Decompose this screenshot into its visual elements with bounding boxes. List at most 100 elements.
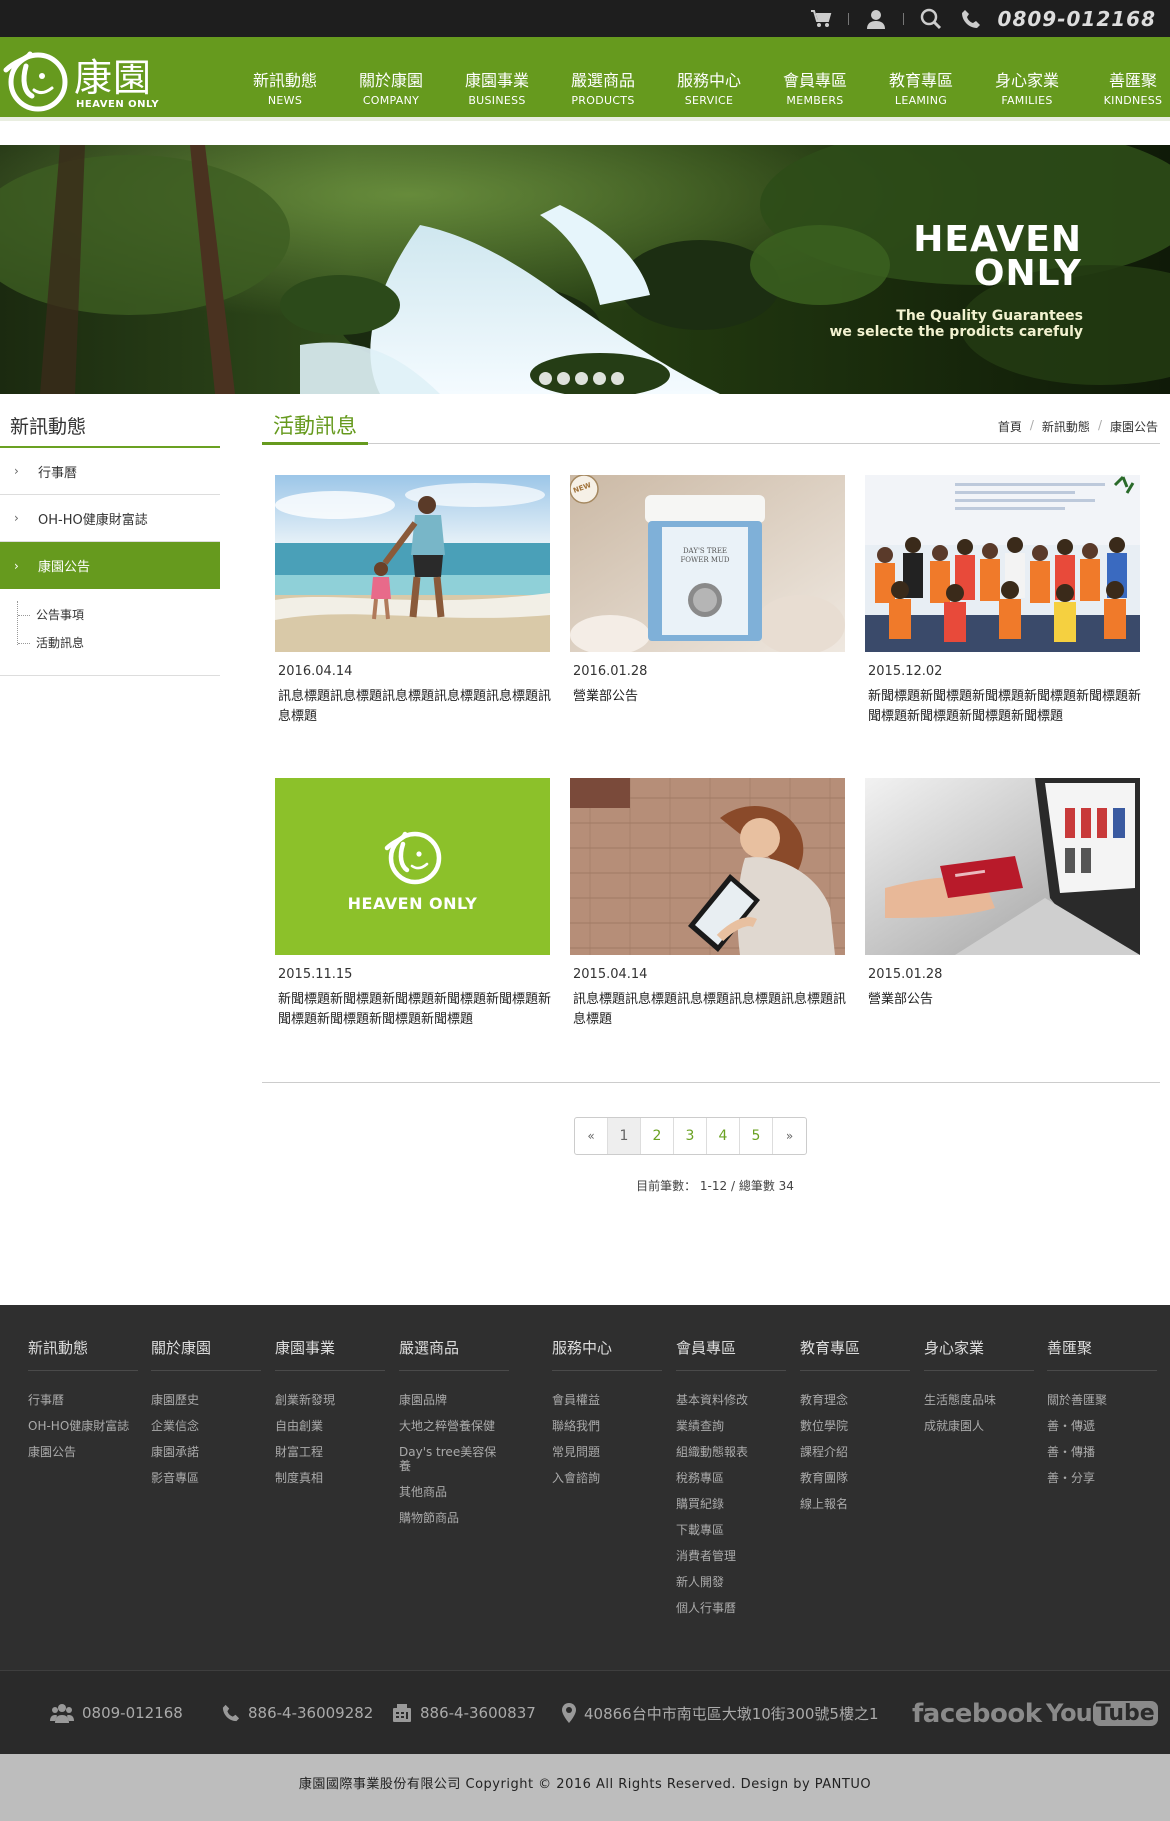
breadcrumb-news[interactable]: 新訊動態	[1042, 418, 1090, 435]
nav-item-families[interactable]: 身心家業 FAMILIES	[974, 37, 1080, 117]
sidebar-item-announcements[interactable]: › 康園公告	[0, 542, 220, 589]
breadcrumb-home[interactable]: 首頁	[998, 418, 1022, 435]
footer-link[interactable]: 成就康園人	[924, 1419, 1028, 1433]
pagination-page-4[interactable]: 4	[707, 1118, 740, 1154]
footer-link[interactable]: OH-HO健康財富誌	[28, 1419, 132, 1433]
footer-link[interactable]: 入會諮詢	[552, 1471, 656, 1485]
footer-link[interactable]: 個人行事曆	[676, 1601, 780, 1615]
slider-dot[interactable]	[539, 372, 552, 385]
sidebar-subitem-events[interactable]: 活動訊息	[18, 629, 220, 657]
footer-link[interactable]: 教育團隊	[800, 1471, 904, 1485]
nav-item-products[interactable]: 嚴選商品 PRODUCTS	[550, 37, 656, 117]
pagination-next[interactable]: »	[773, 1118, 806, 1154]
footer-link[interactable]: 消費者管理	[676, 1549, 780, 1563]
slider-dot[interactable]	[593, 372, 606, 385]
news-card[interactable]: 2016.04.14 訊息標題訊息標題訊息標題訊息標題訊息標題訊息標題	[275, 475, 553, 727]
footer-column-title[interactable]: 康園事業	[275, 1337, 385, 1371]
footer-link[interactable]: 財富工程	[275, 1445, 379, 1459]
news-card[interactable]: 2015.12.02 新聞標題新聞標題新聞標題新聞標題新聞標題新聞標題新聞標題新…	[865, 475, 1143, 727]
nav-item-members[interactable]: 會員專區 MEMBERS	[762, 37, 868, 117]
slider-dot[interactable]	[557, 372, 570, 385]
pagination-page-3[interactable]: 3	[674, 1118, 707, 1154]
footer-link[interactable]: 其他商品	[399, 1485, 503, 1499]
footer-link[interactable]: 聯絡我們	[552, 1419, 656, 1433]
card-title[interactable]: 訊息標題訊息標題訊息標題訊息標題訊息標題訊息標題	[573, 990, 848, 1030]
footer-link[interactable]: 關於善匯聚	[1047, 1393, 1151, 1407]
nav-item-news[interactable]: 新訊動態 NEWS	[232, 37, 338, 117]
footer-column-title[interactable]: 新訊動態	[28, 1337, 138, 1371]
facebook-icon[interactable]: facebook	[912, 1699, 1042, 1729]
woman-tablet-photo[interactable]	[570, 778, 845, 955]
footer-link[interactable]: 購買紀錄	[676, 1497, 780, 1511]
footer-link[interactable]: 教育理念	[800, 1393, 904, 1407]
footer-link[interactable]: 基本資料修改	[676, 1393, 780, 1407]
nav-item-service[interactable]: 服務中心 SERVICE	[656, 37, 762, 117]
footer-link[interactable]: 行事曆	[28, 1393, 132, 1407]
footer-link[interactable]: 購物節商品	[399, 1511, 503, 1525]
breadcrumb-current[interactable]: 康園公告	[1110, 418, 1158, 435]
card-title[interactable]: 訊息標題訊息標題訊息標題訊息標題訊息標題訊息標題	[278, 687, 553, 727]
footer-link[interactable]: 稅務專區	[676, 1471, 780, 1485]
footer-column-title[interactable]: 身心家業	[924, 1337, 1034, 1371]
sidebar-item-calendar[interactable]: › 行事曆	[0, 448, 220, 495]
tel-number[interactable]: 886-4-36009282	[248, 1704, 373, 1722]
footer-column-title[interactable]: 會員專區	[676, 1337, 786, 1371]
member-hotline-number[interactable]: 0809-012168	[82, 1704, 183, 1722]
footer-link[interactable]: 業績查詢	[676, 1419, 780, 1433]
footer-link[interactable]: 組織動態報表	[676, 1445, 780, 1459]
footer-link[interactable]: 企業信念	[151, 1419, 255, 1433]
card-title[interactable]: 營業部公告	[868, 990, 1143, 1010]
brand-logo-tile[interactable]: HEAVEN ONLY	[275, 778, 550, 955]
footer-link[interactable]: 生活態度品味	[924, 1393, 1028, 1407]
sidebar-item-magazine[interactable]: › OH-HO健康財富誌	[0, 495, 220, 542]
footer-link[interactable]: 康園承諾	[151, 1445, 255, 1459]
footer-link[interactable]: 自由創業	[275, 1419, 379, 1433]
credit-card-laptop-photo[interactable]	[865, 778, 1140, 955]
nav-item-kindness[interactable]: 善匯聚 KINDNESS	[1080, 37, 1170, 117]
footer-link[interactable]: 數位學院	[800, 1419, 904, 1433]
news-card[interactable]: NEW DAY'S TREE FOWER MUD 2016.01.28 營業部公告	[570, 475, 845, 707]
footer-link[interactable]: 康園品牌	[399, 1393, 503, 1407]
slider-dot[interactable]	[611, 372, 624, 385]
footer-link[interactable]: 康園歷史	[151, 1393, 255, 1407]
footer-link[interactable]: 大地之粹營養保健	[399, 1419, 503, 1433]
youtube-icon[interactable]: You Tube	[1046, 1699, 1158, 1727]
footer-column-title[interactable]: 善匯聚	[1047, 1337, 1157, 1371]
pagination-page-2[interactable]: 2	[641, 1118, 674, 1154]
footer-link[interactable]: Day's tree美容保養	[399, 1445, 503, 1473]
footer-link[interactable]: 課程介紹	[800, 1445, 904, 1459]
pagination-prev[interactable]: «	[575, 1118, 608, 1154]
jar-product-photo[interactable]: NEW DAY'S TREE FOWER MUD	[570, 475, 845, 652]
news-card[interactable]: HEAVEN ONLY 2015.11.15 新聞標題新聞標題新聞標題新聞標題新…	[275, 778, 553, 1030]
card-title[interactable]: 新聞標題新聞標題新聞標題新聞標題新聞標題新聞標題新聞標題新聞標題新聞標題	[868, 687, 1143, 727]
footer-link[interactable]: 下載專區	[676, 1523, 780, 1537]
user-icon[interactable]	[863, 6, 889, 32]
card-title[interactable]: 營業部公告	[573, 687, 848, 707]
nav-item-business[interactable]: 康園事業 BUSINESS	[444, 37, 550, 117]
site-logo[interactable]: 康園 HEAVEN ONLY	[2, 43, 162, 117]
footer-link[interactable]: 善・傳播	[1047, 1445, 1151, 1459]
search-icon[interactable]	[918, 6, 944, 32]
pagination-page-5[interactable]: 5	[740, 1118, 773, 1154]
crowd-event-photo[interactable]	[865, 475, 1140, 652]
news-card[interactable]: 2015.01.28 營業部公告	[865, 778, 1140, 1010]
footer-column-title[interactable]: 教育專區	[800, 1337, 910, 1371]
news-card[interactable]: 2015.04.14 訊息標題訊息標題訊息標題訊息標題訊息標題訊息標題	[570, 778, 848, 1030]
footer-link[interactable]: 創業新發現	[275, 1393, 379, 1407]
beach-photo[interactable]	[275, 475, 550, 652]
card-title[interactable]: 新聞標題新聞標題新聞標題新聞標題新聞標題新聞標題新聞標題新聞標題新聞標題	[278, 990, 553, 1030]
top-phone-number[interactable]: 0809-012168	[998, 7, 1156, 31]
nav-item-leaming[interactable]: 教育專區 LEAMING	[868, 37, 974, 117]
sidebar-subitem-notices[interactable]: 公告事項	[18, 601, 220, 629]
pagination-page-1[interactable]: 1	[608, 1118, 641, 1154]
footer-column-title[interactable]: 關於康園	[151, 1337, 261, 1371]
cart-icon[interactable]	[808, 6, 834, 32]
footer-column-title[interactable]: 嚴選商品	[399, 1337, 509, 1371]
footer-link[interactable]: 常見問題	[552, 1445, 656, 1459]
footer-link[interactable]: 新人開發	[676, 1575, 780, 1589]
footer-link[interactable]: 善・分享	[1047, 1471, 1151, 1485]
nav-item-company[interactable]: 關於康園 COMPANY	[338, 37, 444, 117]
footer-link[interactable]: 線上報名	[800, 1497, 904, 1511]
slider-dot[interactable]	[575, 372, 588, 385]
footer-link[interactable]: 康園公告	[28, 1445, 132, 1459]
